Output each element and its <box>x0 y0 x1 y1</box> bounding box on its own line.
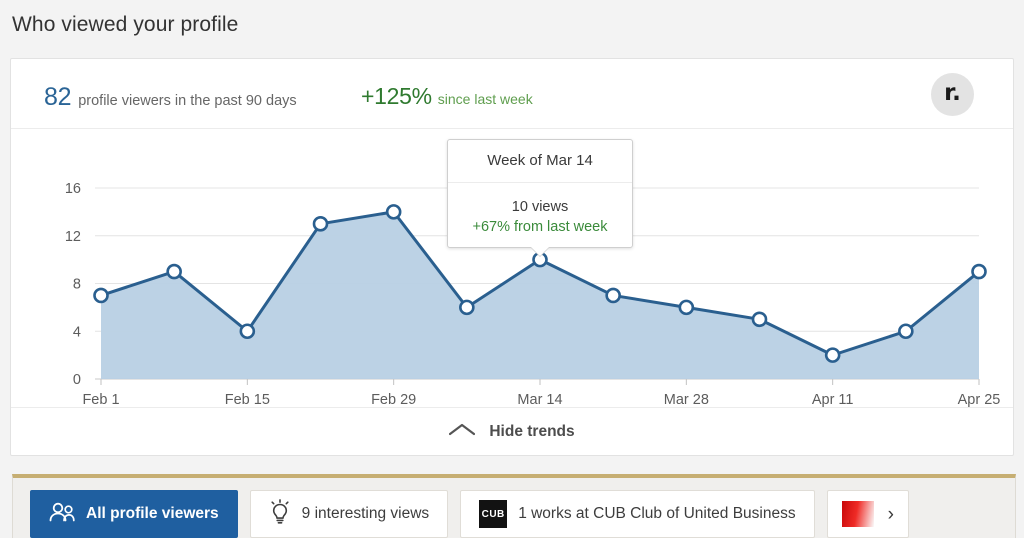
profile-views-tab-bar: All profile viewers 9 interesting views … <box>12 474 1016 538</box>
x-axis-tick: Mar 14 <box>517 392 562 407</box>
x-axis-tick: Apr 11 <box>812 392 854 407</box>
chart-point[interactable] <box>898 323 914 340</box>
hide-trends-button[interactable]: Hide trends <box>11 407 1013 455</box>
viewer-count: 82 <box>44 83 72 111</box>
tab-cub-company[interactable]: CUB 1 works at CUB Club of United Busine… <box>460 490 815 538</box>
chart-tooltip: Week of Mar 14 10 views +67% from last w… <box>447 138 633 257</box>
avatar-mark: r. <box>944 80 961 106</box>
y-axis-tick: 4 <box>73 324 81 340</box>
tab-label: 1 works at CUB Club of United Business <box>518 505 796 522</box>
tooltip-body: 10 views +67% from last week <box>448 183 632 247</box>
chevron-right-icon[interactable]: › <box>888 505 894 524</box>
delta-value: +125% <box>361 83 432 109</box>
chart-point[interactable] <box>385 204 402 220</box>
chart-point[interactable] <box>605 287 621 304</box>
y-axis-tick: 0 <box>73 372 81 388</box>
tooltip-arrow-inner <box>530 245 550 256</box>
avatar[interactable]: r. <box>931 73 974 116</box>
viewer-count-label: profile viewers in the past 90 days <box>78 93 297 109</box>
delta-label: since last week <box>437 91 533 107</box>
chart-point[interactable] <box>751 311 768 328</box>
tab-interesting-views[interactable]: 9 interesting views <box>249 490 449 538</box>
chevron-up-icon <box>449 423 476 441</box>
tooltip-delta: +67% from last week <box>472 218 608 235</box>
profile-views-card: 82 profile viewers in the past 90 days +… <box>10 58 1014 456</box>
red-company-logo <box>841 501 874 527</box>
lightbulb-icon <box>269 498 291 530</box>
tooltip-views: 10 views <box>511 198 569 215</box>
chart-point[interactable] <box>971 263 987 280</box>
chart-point[interactable] <box>166 263 182 280</box>
chart-point[interactable] <box>93 287 109 304</box>
chart-point[interactable] <box>312 216 329 232</box>
chart-region[interactable]: 0 4 8 12 16 Feb 1 Feb 15 Feb 29 Mar 14 Mar 28 Apr … <box>11 129 1013 407</box>
tab-label: 9 interesting views <box>301 505 430 522</box>
y-axis-tick: 8 <box>73 277 81 293</box>
summary-row: 82 profile viewers in the past 90 days +… <box>11 59 1013 129</box>
tab-all-profile-viewers[interactable]: All profile viewers <box>30 490 238 538</box>
page-title: Who viewed your profile <box>12 13 239 36</box>
cub-logo: CUB <box>479 500 508 528</box>
chart-point[interactable] <box>678 299 695 316</box>
people-icon <box>49 502 75 527</box>
y-axis-tick: 16 <box>65 181 81 197</box>
y-axis-tick: 12 <box>65 229 81 245</box>
x-axis-tick: Feb 29 <box>371 392 416 407</box>
chart-point[interactable] <box>239 323 256 340</box>
tab-label: All profile viewers <box>86 505 219 522</box>
delta-block: +125% since last week <box>361 83 533 110</box>
viewer-count-block: 82 profile viewers in the past 90 days <box>44 83 297 112</box>
x-axis-tick: Feb 1 <box>82 392 119 407</box>
x-axis-tick: Mar 28 <box>664 392 709 407</box>
tab-next-company[interactable]: › <box>826 490 909 538</box>
x-axis-tick: Apr 25 <box>958 392 1001 407</box>
chart-point[interactable] <box>824 347 841 363</box>
x-axis-tick: Feb 15 <box>225 392 270 407</box>
hide-trends-label: Hide trends <box>489 422 575 440</box>
tooltip-header: Week of Mar 14 <box>448 140 632 183</box>
chart-point[interactable] <box>459 299 475 316</box>
